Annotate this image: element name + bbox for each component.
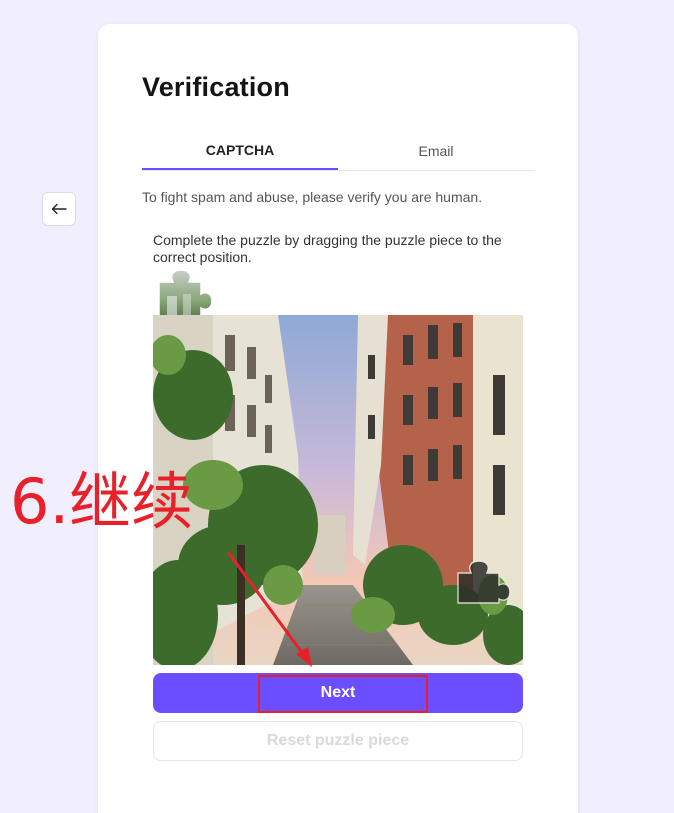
page: Verification CAPTCHA Email To fight spam… <box>0 0 674 813</box>
tab-email[interactable]: Email <box>338 132 534 170</box>
back-button[interactable] <box>42 192 76 226</box>
annotation-highlight-box <box>258 675 428 713</box>
annotation-label: 6.继续 <box>10 465 194 538</box>
tab-captcha[interactable]: CAPTCHA <box>142 132 338 170</box>
intro-text: To fight spam and abuse, please verify y… <box>142 189 483 205</box>
puzzle-image <box>153 315 523 665</box>
reset-puzzle-button[interactable]: Reset puzzle piece <box>153 721 523 761</box>
tab-bar: CAPTCHA Email <box>142 132 534 171</box>
puzzle-instruction: Complete the puzzle by dragging the puzz… <box>153 232 502 265</box>
arrow-left-icon <box>51 203 67 215</box>
page-title: Verification <box>142 72 290 102</box>
